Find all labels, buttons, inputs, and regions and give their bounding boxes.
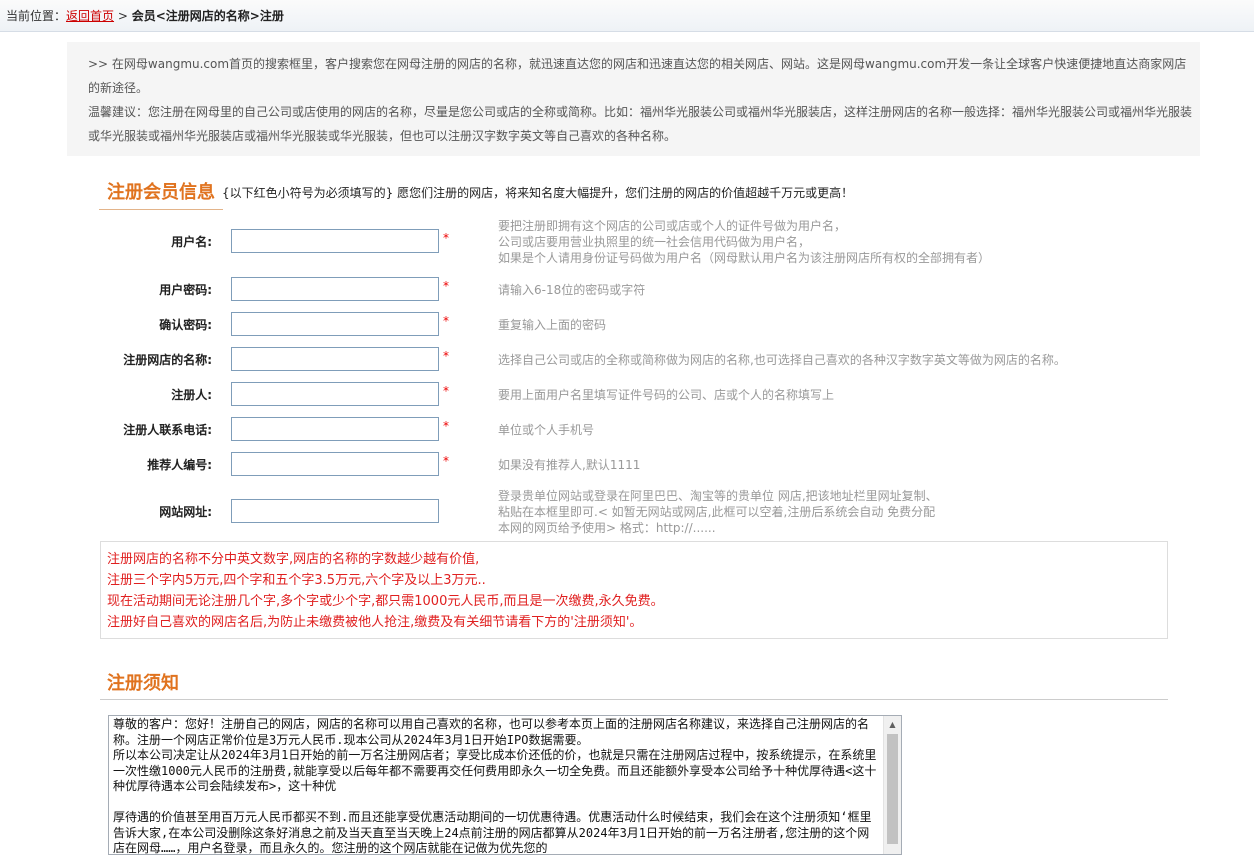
breadcrumb: 当前位置：返回首页 > 会员<注册网店的名称>注册 <box>0 0 1254 32</box>
shop-name-input[interactable] <box>231 347 439 371</box>
member-info-title: 注册会员信息 <box>107 182 215 203</box>
referrer-id-input[interactable] <box>231 452 439 476</box>
referrer-id-label: 推荐人编号: <box>147 458 212 472</box>
registrant-input[interactable] <box>231 382 439 406</box>
breadcrumb-prefix: 当前位置： <box>6 9 67 23</box>
scroll-thumb[interactable] <box>887 734 898 844</box>
username-input[interactable] <box>231 229 439 253</box>
notice-line: 现在活动期间无论注册几个字,多个字或少个字,都只需1000元人民币,而且是一次缴… <box>107 594 664 609</box>
required-mark: * <box>443 314 449 328</box>
confirm-password-hint: 重复输入上面的密码 <box>498 318 607 332</box>
notice-line: 注册网店的名称不分中英文数字,网店的名称的字数越少越有价值, <box>107 552 480 567</box>
confirm-password-label: 确认密码: <box>159 318 212 332</box>
title-underline <box>99 209 223 210</box>
registrant-hint: 要用上面用户名里填写证件号码的公司、店或个人的名称填写上 <box>498 388 835 402</box>
rules-text: 尊敬的客户：您好！注册自己的网店，网店的名称可以用自己喜欢的名称，也可以参考本页… <box>113 717 877 855</box>
referrer-id-hint: 如果没有推荐人,默认1111 <box>498 458 641 472</box>
notice-line: 注册好自己喜欢的网店名后,为防止未缴费被他人抢注,缴费及有关细节请看下方的'注册… <box>107 615 643 630</box>
intro-suggestion: 温馨建议：您注册在网母里的自己公司或店使用的网店的名称，尽量是您公司或店的全称或… <box>88 105 1193 143</box>
shop-name-hint: 选择自己公司或店的全称或简称做为网店的名称,也可选择自己喜欢的各种汉字数字英文等… <box>498 353 1066 367</box>
breadcrumb-separator: > <box>114 9 132 23</box>
phone-hint: 单位或个人手机号 <box>498 423 595 437</box>
username-label: 用户名: <box>171 235 212 249</box>
intro-text: >> 在网母wangmu.com首页的搜索框里，客户搜索您在网母注册的网店的名称… <box>88 57 1187 95</box>
rules-scrollbar[interactable]: ▲ <box>883 716 901 854</box>
confirm-password-input[interactable] <box>231 312 439 336</box>
username-hint: 要把注册即拥有这个网店的公司或店或个人的证件号做为用户名， 公司或店要用营业执照… <box>498 219 991 265</box>
scroll-up-arrow-icon[interactable]: ▲ <box>884 716 901 733</box>
required-mark: * <box>443 384 449 398</box>
website-url-input[interactable] <box>231 499 439 523</box>
password-hint: 请输入6-18位的密码或字符 <box>498 283 646 297</box>
rules-divider <box>100 699 1168 700</box>
notice-line: 注册三个字内5万元,四个字和五个字3.5万元,六个字及以上3万元.. <box>107 573 486 588</box>
required-mark: * <box>443 419 449 433</box>
required-mark: * <box>443 454 449 468</box>
rules-title: 注册须知 <box>107 673 179 694</box>
registrant-label: 注册人: <box>171 388 212 402</box>
rules-textarea[interactable]: 尊敬的客户：您好！注册自己的网店，网店的名称可以用自己喜欢的名称，也可以参考本页… <box>108 715 902 855</box>
phone-label: 注册人联系电话: <box>123 423 212 437</box>
home-link[interactable]: 返回首页 <box>66 9 114 23</box>
website-url-label: 网站网址: <box>159 505 212 519</box>
pricing-notice: 注册网店的名称不分中英文数字,网店的名称的字数越少越有价值, 注册三个字内5万元… <box>100 541 1168 639</box>
password-label: 用户密码: <box>159 283 212 297</box>
member-info-note: {以下红色小符号为必须填写的} 愿您们注册的网店，将来知名度大幅提升，您们注册的… <box>222 186 854 200</box>
shop-name-label: 注册网店的名称: <box>123 353 212 367</box>
password-input[interactable] <box>231 277 439 301</box>
required-mark: * <box>443 349 449 363</box>
breadcrumb-current: 会员<注册网店的名称>注册 <box>131 9 284 23</box>
required-mark: * <box>443 279 449 293</box>
required-mark: * <box>443 231 449 245</box>
website-url-hint: 登录贵单位网站或登录在阿里巴巴、淘宝等的贵单位 网店,把该地址栏里网址复制、 粘… <box>498 489 938 535</box>
phone-input[interactable] <box>231 417 439 441</box>
intro-box: >> 在网母wangmu.com首页的搜索框里，客户搜索您在网母注册的网店的名称… <box>67 42 1200 156</box>
